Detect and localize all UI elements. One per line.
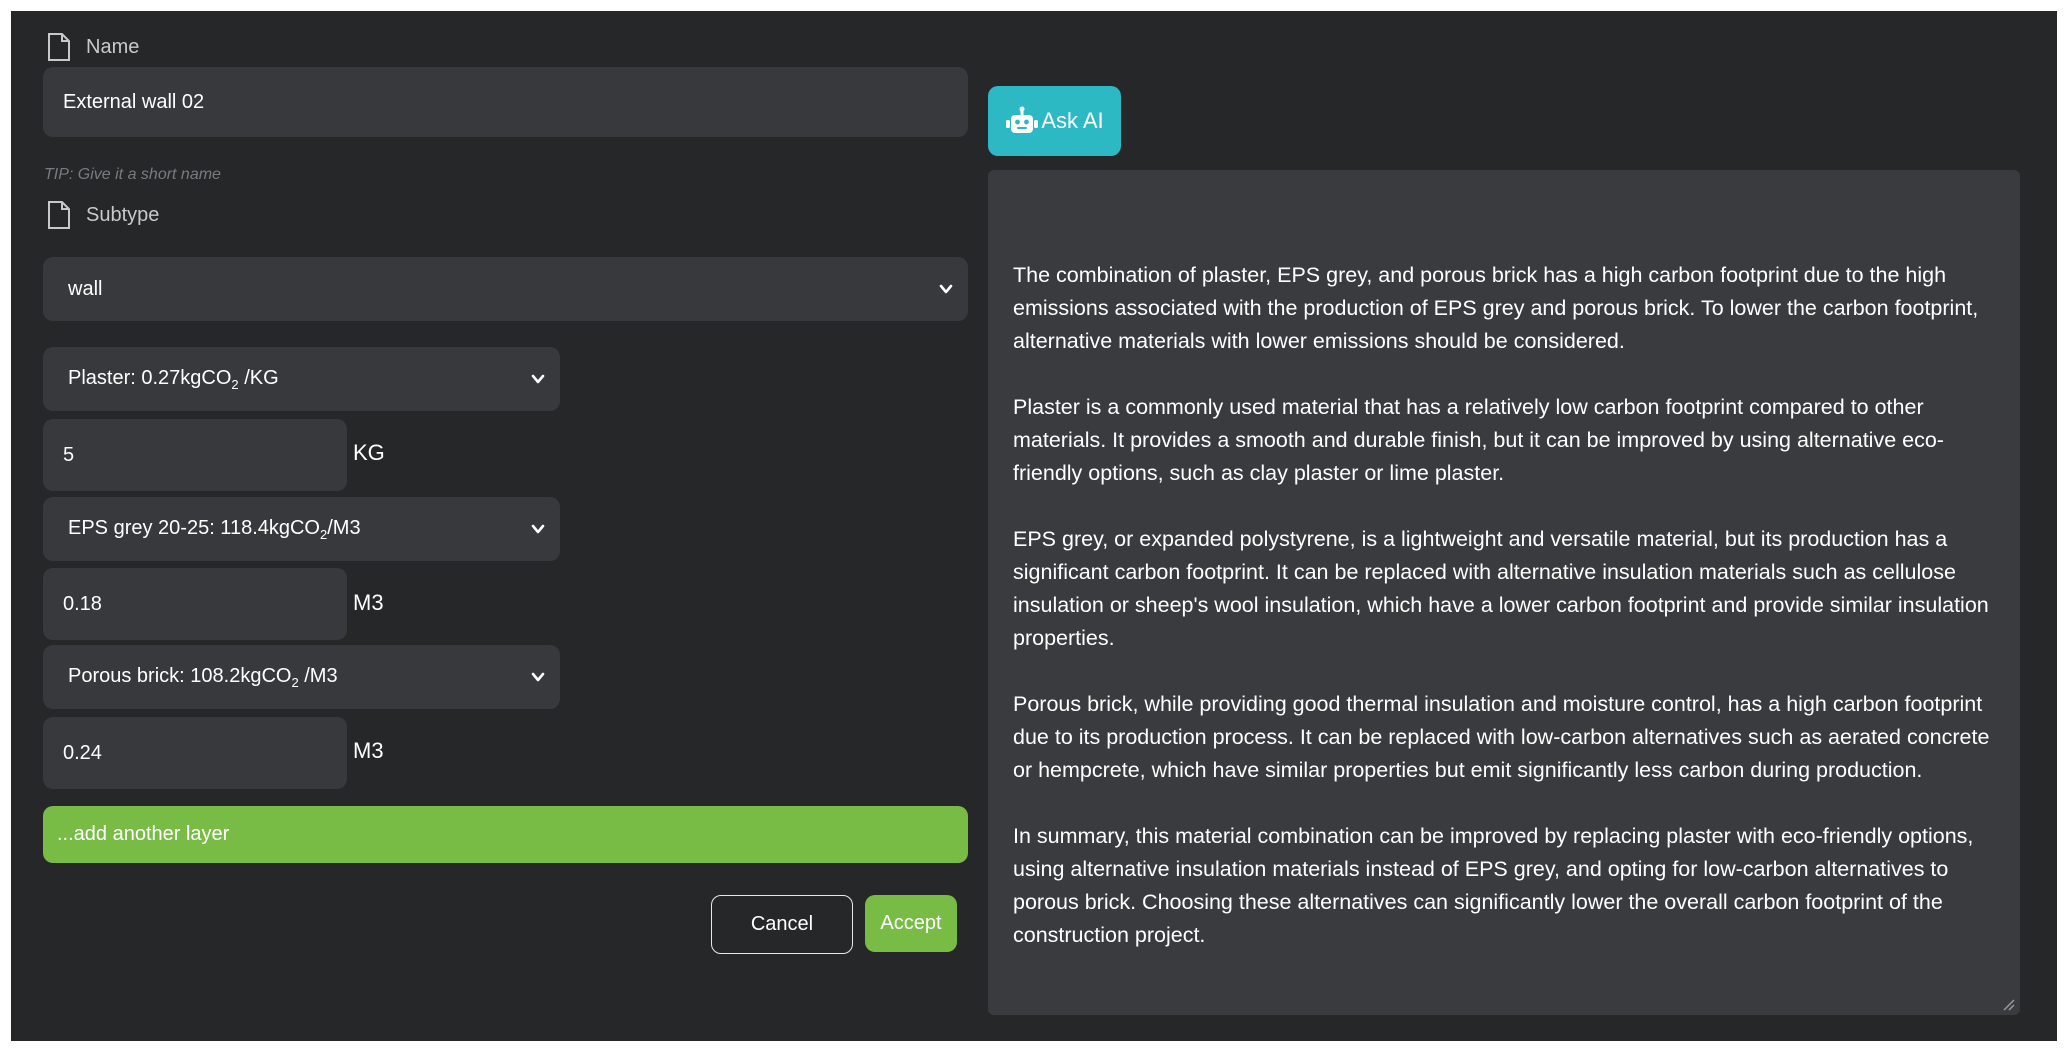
subtype-label: Subtype (46, 200, 159, 230)
resize-handle-icon[interactable] (2001, 997, 2015, 1011)
ask-ai-button[interactable]: Ask AI (988, 86, 1121, 156)
ai-response-paragraph: EPS grey, or expanded polystyrene, is a … (1013, 527, 1989, 650)
layer-material-select[interactable]: EPS grey 20-25: 118.4kgCO2/M3 (43, 497, 560, 561)
chevron-down-icon (939, 284, 953, 294)
name-input[interactable]: External wall 02 (43, 67, 968, 137)
layer-quantity-input[interactable]: 0.18 (43, 568, 347, 640)
document-icon (48, 201, 70, 229)
layer-material-value: Plaster: 0.27kgCO2 /KG (68, 366, 279, 392)
layer-quantity-value: 0.18 (63, 592, 102, 615)
cancel-button[interactable]: Cancel (711, 895, 853, 954)
layer-unit-label: M3 (353, 590, 384, 615)
ask-ai-label: Ask AI (1041, 108, 1104, 133)
ai-response-paragraph: Porous brick, while providing good therm… (1013, 692, 1990, 782)
subtype-select[interactable]: wall (43, 257, 968, 321)
document-icon (48, 33, 70, 61)
subtype-label-text: Subtype (86, 203, 160, 226)
material-editor-panel: Name External wall 02 TIP: Give it a sho… (11, 11, 2057, 1041)
name-label-text: Name (86, 35, 140, 58)
chevron-down-icon (531, 374, 545, 384)
layer-unit-label: M3 (353, 738, 384, 763)
chevron-down-icon (531, 672, 545, 682)
ai-response-textarea[interactable]: The combination of plaster, EPS grey, an… (988, 170, 2020, 1015)
ai-response-paragraph: In summary, this material combination ca… (1013, 824, 1974, 947)
layer-material-value: EPS grey 20-25: 118.4kgCO2/M3 (68, 516, 361, 542)
layer-material-select[interactable]: Porous brick: 108.2kgCO2 /M3 (43, 645, 560, 709)
add-layer-button[interactable]: ...add another layer (43, 806, 968, 863)
layer-quantity-input[interactable]: 0.24 (43, 717, 347, 789)
name-input-value: External wall 02 (63, 90, 205, 113)
name-label: Name (46, 32, 139, 62)
name-tip: TIP: Give it a short name (44, 166, 221, 183)
layer-quantity-input[interactable]: 5 (43, 419, 347, 491)
layer-quantity-value: 0.24 (63, 741, 102, 764)
accept-button[interactable]: Accept (865, 895, 957, 952)
ai-response-paragraph: Plaster is a commonly used material that… (1013, 395, 1944, 485)
layer-material-select[interactable]: Plaster: 0.27kgCO2 /KG (43, 347, 560, 411)
layer-unit-label: KG (353, 440, 385, 465)
layer-quantity-value: 5 (63, 443, 75, 466)
layer-material-value: Porous brick: 108.2kgCO2 /M3 (68, 664, 338, 690)
chevron-down-icon (531, 524, 545, 534)
ai-response-paragraph: The combination of plaster, EPS grey, an… (1013, 263, 1979, 353)
subtype-select-value: wall (68, 277, 103, 300)
robot-icon (1006, 106, 1039, 133)
